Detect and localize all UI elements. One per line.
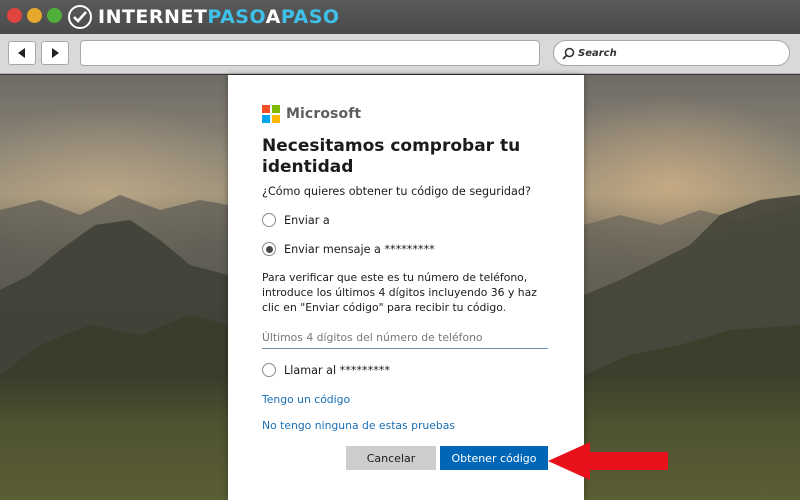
browser-toolbar: Search bbox=[0, 34, 800, 74]
microsoft-logo: Microsoft bbox=[262, 105, 361, 123]
option-label: Enviar a bbox=[284, 213, 330, 227]
ms-square-green bbox=[272, 105, 280, 113]
phone-last-digits-input[interactable] bbox=[262, 327, 548, 349]
radio-send-to[interactable] bbox=[262, 213, 276, 227]
browser-titlebar: INTERNETPASOAPASO bbox=[0, 0, 800, 34]
ms-square-red bbox=[262, 105, 270, 113]
cancel-button[interactable]: Cancelar bbox=[346, 446, 436, 470]
option-label: Enviar mensaje a ********* bbox=[284, 242, 435, 256]
security-code-question: ¿Cómo quieres obtener tu código de segur… bbox=[262, 185, 531, 198]
no-proofs-link[interactable]: No tengo ninguna de estas pruebas bbox=[262, 419, 455, 432]
option-label: Llamar al ********* bbox=[284, 363, 390, 377]
page-title: Necesitamos comprobar tu identidad bbox=[262, 136, 521, 177]
option-call[interactable]: Llamar al ********* bbox=[262, 363, 390, 377]
get-code-button[interactable]: Obtener código bbox=[440, 446, 548, 470]
verify-identity-dialog: Microsoft Necesitamos comprobar tu ident… bbox=[228, 75, 584, 500]
microsoft-wordmark: Microsoft bbox=[286, 106, 362, 122]
option-send-sms[interactable]: Enviar mensaje a ********* bbox=[262, 242, 435, 256]
close-window-button[interactable] bbox=[7, 8, 22, 23]
red-arrow-icon bbox=[548, 442, 668, 480]
microsoft-squares-icon bbox=[262, 105, 280, 123]
checkmark-logo-icon bbox=[68, 5, 92, 29]
verification-instructions: Para verificar que este es tu número de … bbox=[262, 271, 537, 314]
brand-wordmark: INTERNETPASOAPASO bbox=[98, 6, 340, 28]
radio-send-sms[interactable] bbox=[262, 242, 276, 256]
have-code-link[interactable]: Tengo un código bbox=[262, 393, 350, 406]
arrow-left-icon bbox=[18, 48, 25, 58]
minimize-window-button[interactable] bbox=[27, 8, 42, 23]
browser-search-bar[interactable]: Search bbox=[553, 40, 790, 66]
search-placeholder: Search bbox=[578, 47, 617, 59]
radio-call[interactable] bbox=[262, 363, 276, 377]
site-brand: INTERNETPASOAPASO bbox=[68, 4, 340, 30]
maximize-window-button[interactable] bbox=[47, 8, 62, 23]
search-icon bbox=[562, 47, 575, 60]
ms-square-blue bbox=[262, 115, 270, 123]
ms-square-yellow bbox=[272, 115, 280, 123]
arrow-right-icon bbox=[52, 48, 59, 58]
forward-button[interactable] bbox=[41, 41, 69, 65]
option-send-to[interactable]: Enviar a bbox=[262, 213, 330, 227]
address-bar[interactable] bbox=[80, 40, 540, 66]
back-button[interactable] bbox=[8, 41, 36, 65]
radio-selected-dot bbox=[265, 245, 273, 253]
